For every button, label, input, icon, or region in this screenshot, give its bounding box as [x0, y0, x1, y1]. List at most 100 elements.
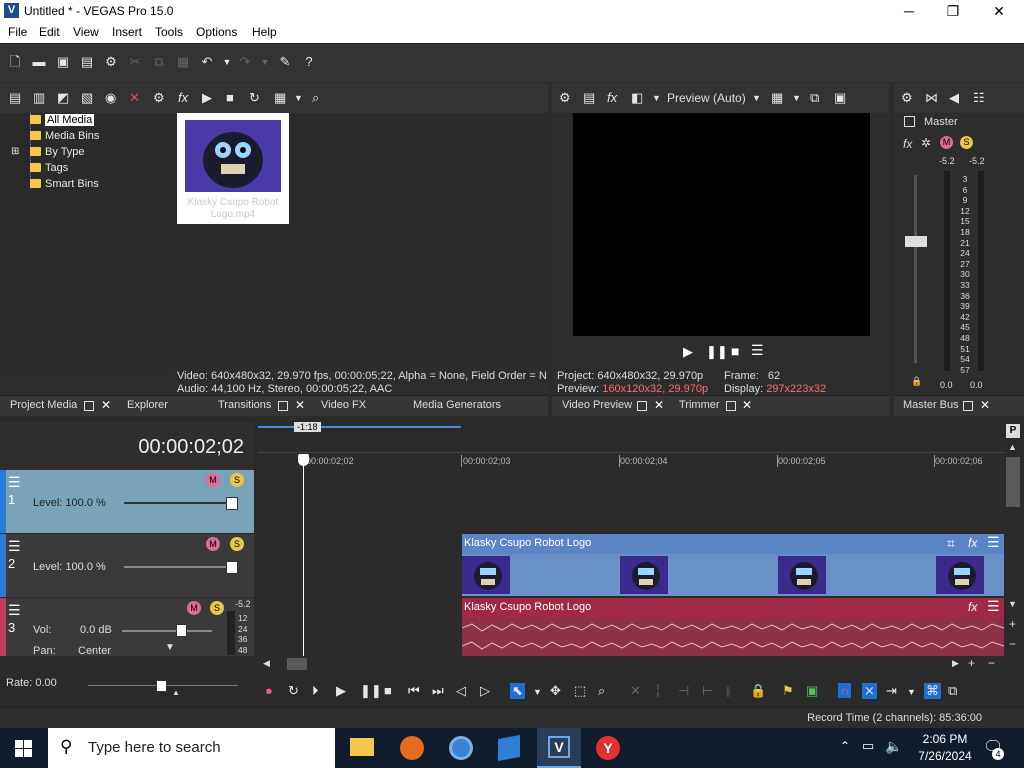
loop-region[interactable] [258, 426, 461, 428]
stop-icon[interactable]: ■ [226, 91, 234, 105]
expand-icon[interactable]: ⊞ [11, 146, 19, 157]
menu-options[interactable]: Options [196, 25, 237, 39]
help-icon[interactable]: ? [302, 55, 316, 69]
ripple-edit-icon[interactable]: ⇥ [886, 683, 897, 699]
undock-icon[interactable] [726, 401, 736, 411]
next-frame-icon[interactable]: ▷ [480, 683, 490, 699]
level-slider-handle[interactable] [226, 497, 238, 510]
redo-dropdown-icon[interactable]: ▼ [258, 55, 272, 69]
close-tab-icon[interactable]: ✕ [742, 398, 752, 412]
media-properties-gear-icon[interactable]: ⚙ [153, 91, 165, 105]
horizontal-scroll-thumb[interactable] [287, 658, 307, 670]
play-from-start-icon[interactable]: ⏵ [312, 683, 319, 699]
solo-icon[interactable]: S [230, 473, 244, 487]
zoom-out-time-icon[interactable]: − [988, 656, 995, 670]
master-fader-handle[interactable] [905, 236, 927, 247]
split-icon[interactable]: ⫲ [726, 683, 730, 699]
windows-start-icon[interactable] [15, 740, 32, 757]
mute-icon[interactable]: M [187, 601, 201, 615]
zoom-tool-icon[interactable]: ⌕ [598, 683, 605, 699]
track-menu-icon[interactable]: ☰ [8, 538, 21, 555]
copy-icon[interactable]: ⧉ [152, 55, 166, 69]
preview-menu-icon[interactable]: ☰ [751, 342, 764, 359]
overlays-dropdown-icon[interactable]: ▼ [792, 91, 801, 105]
undock-icon[interactable] [963, 401, 973, 411]
volume-muted-icon[interactable]: 🔈 [885, 738, 902, 755]
tab-media-generators[interactable]: Media Generators [413, 399, 501, 411]
menu-file[interactable]: File [8, 25, 27, 39]
zoom-out-track-icon[interactable]: − [1009, 637, 1016, 651]
envelope-tool-icon[interactable]: ✥ [550, 683, 561, 699]
vertical-scrollbar[interactable]: ▲ ▼ + − [1006, 442, 1020, 667]
solo-icon[interactable]: S [960, 136, 973, 149]
views-dropdown-icon[interactable]: ▼ [294, 91, 303, 105]
preview-pause-icon[interactable]: ❚❚ [706, 344, 728, 360]
pan-dropdown-icon[interactable]: ▼ [165, 642, 175, 653]
go-to-end-icon[interactable]: ⏭ [432, 683, 444, 699]
master-fx-icon[interactable]: fx [903, 137, 912, 151]
clock-time[interactable]: 2:06 PM [910, 732, 980, 746]
scroll-right-icon[interactable]: ▶ [952, 658, 959, 669]
loop-playback-icon[interactable]: ↻ [288, 683, 299, 699]
previous-frame-icon[interactable]: ◁ [456, 683, 466, 699]
tab-trimmer[interactable]: Trimmer [679, 399, 720, 411]
delete-icon[interactable]: ✕ [630, 683, 641, 699]
copy-snapshot-icon[interactable]: ⧉ [810, 91, 819, 105]
event-menu-icon[interactable]: ☰ [987, 598, 1000, 615]
split-dropdown-icon[interactable]: ▼ [652, 91, 661, 105]
chrome-icon[interactable] [449, 736, 473, 760]
close-tab-icon[interactable]: ✕ [980, 398, 990, 412]
level-slider[interactable] [124, 502, 234, 504]
scroll-left-icon[interactable]: ◀ [263, 658, 270, 669]
split-screen-icon[interactable]: ◧ [631, 91, 643, 105]
close-button[interactable]: ✕ [976, 0, 1022, 22]
horizontal-scrollbar[interactable]: ◀ ▶ + − [258, 656, 1004, 672]
remove-icon[interactable]: ✕ [129, 91, 140, 105]
external-monitor-icon[interactable]: ▤ [583, 91, 595, 105]
playhead-line[interactable] [303, 460, 304, 656]
auto-crossfade-icon[interactable]: ⨯ [862, 683, 877, 699]
overlays-grid-icon[interactable]: ▦ [771, 91, 783, 105]
preview-play-icon[interactable]: ▶ [683, 344, 693, 360]
preview-properties-gear-icon[interactable]: ⚙ [559, 91, 571, 105]
menu-edit[interactable]: Edit [39, 25, 60, 39]
audio-event[interactable]: Klasky Csupo Robot Logo fx ☰ [462, 598, 1004, 656]
views-icon[interactable]: ▦ [274, 91, 286, 105]
record-icon[interactable]: ● [265, 683, 273, 698]
clock-date[interactable]: 7/26/2024 [910, 749, 980, 763]
globe-icon[interactable]: ◉ [105, 91, 116, 105]
mixer-icon[interactable]: ☷ [973, 91, 985, 105]
normal-edit-tool-icon[interactable]: ⬉ [510, 683, 525, 699]
insert-region-icon[interactable]: ▣ [806, 683, 818, 699]
get-media-icon[interactable]: ◩ [57, 91, 69, 105]
show-hidden-icons-icon[interactable]: ⌃ [840, 739, 850, 753]
crop-icon[interactable]: ⌗ [947, 535, 955, 552]
track-lane-1[interactable] [258, 470, 1004, 533]
track-menu-icon[interactable]: ☰ [8, 602, 21, 619]
ripple-dropdown-icon[interactable]: ▼ [907, 687, 916, 697]
trim-icon[interactable]: ╎ [654, 683, 662, 699]
tree-item-all-media[interactable]: All Media [30, 114, 95, 126]
file-explorer-icon[interactable] [350, 738, 374, 756]
menu-insert[interactable]: Insert [112, 25, 142, 39]
vegas-taskbar-button[interactable]: V [537, 728, 581, 768]
network-icon[interactable]: ▭ [862, 738, 874, 754]
solo-icon[interactable]: S [230, 537, 244, 551]
transport-stop-icon[interactable]: ■ [384, 683, 392, 698]
event-menu-icon[interactable]: ☰ [987, 534, 1000, 551]
edit-details-icon[interactable]: ✎ [278, 55, 292, 69]
close-tab-icon[interactable]: ✕ [654, 398, 664, 412]
go-to-start-icon[interactable]: ⏮ [408, 683, 420, 699]
zoom-in-time-icon[interactable]: + [968, 656, 975, 670]
master-select-checkbox[interactable] [904, 116, 915, 127]
save-as-icon[interactable]: ▤ [80, 55, 94, 69]
transport-play-icon[interactable]: ▶ [336, 683, 346, 699]
open-folder-icon[interactable]: ▬ [32, 55, 46, 69]
selection-tool-icon[interactable]: ⬚ [574, 683, 586, 699]
vertical-scroll-thumb[interactable] [1006, 457, 1020, 507]
lock-icon[interactable]: 🔒 [911, 376, 922, 387]
paste-icon[interactable]: ▦ [176, 55, 190, 69]
tree-item-smart-bins[interactable]: Smart Bins [30, 178, 99, 190]
ignore-grouping-icon[interactable]: ⧉ [948, 683, 957, 699]
properties-gear-icon[interactable]: ⚙ [104, 55, 118, 69]
